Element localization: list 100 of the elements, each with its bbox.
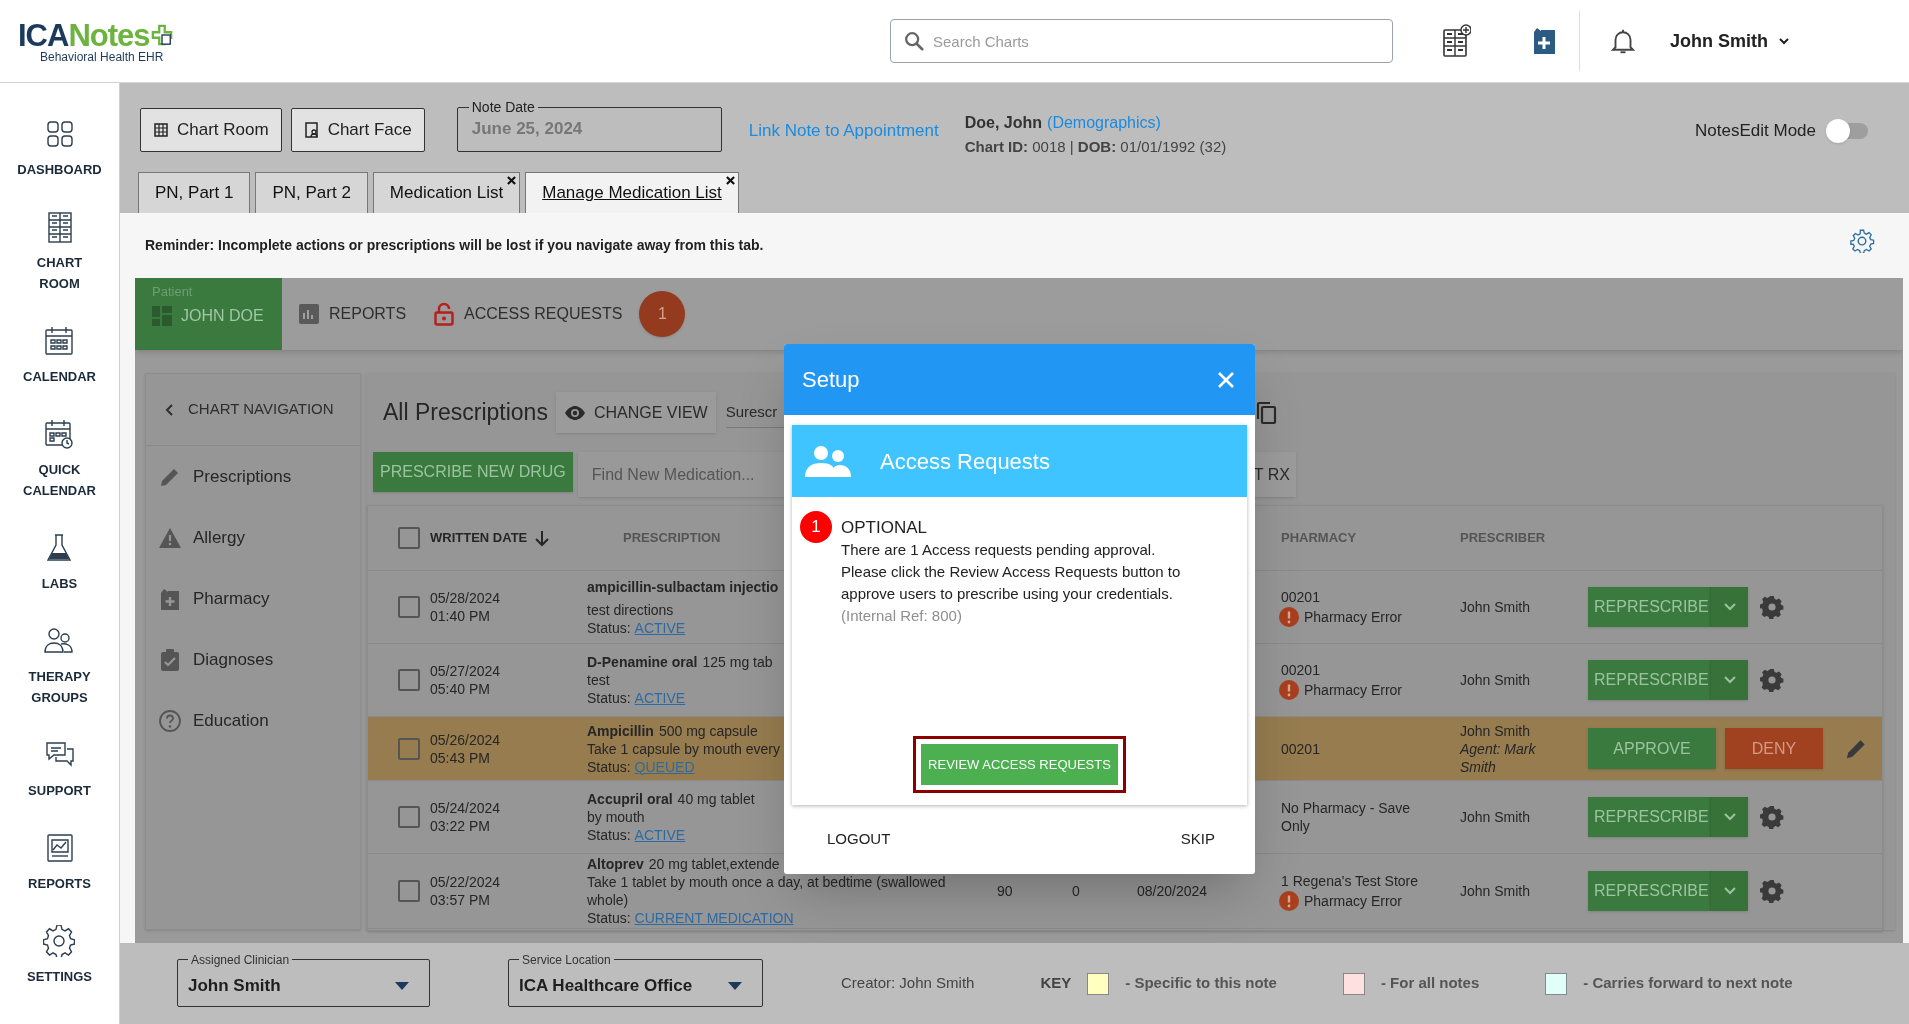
date-text: 05/26/2024 [430, 730, 502, 749]
clinician-select[interactable]: Assigned Clinician John Smith [177, 952, 430, 1007]
navigation-item[interactable]: Education [146, 690, 360, 751]
refills-text: 0 [1072, 883, 1080, 899]
directions-text: Take 1 capsule by mouth every [587, 739, 780, 758]
copy-icon[interactable] [1254, 400, 1277, 425]
dropdown-button[interactable] [1710, 660, 1748, 700]
bar-chart-icon [299, 304, 319, 324]
nav-tab[interactable]: ACCESS REQUESTS [434, 278, 623, 350]
tab[interactable]: Medication List [372, 172, 521, 213]
caret-icon [1778, 35, 1790, 47]
represcribe-button[interactable]: REPRESCRIBE [1588, 871, 1710, 911]
chevron-down-icon [1723, 603, 1736, 611]
navigation-item[interactable]: Allergy [146, 507, 360, 568]
review-button[interactable]: REVIEW ACCESS REQUESTS [921, 744, 1118, 785]
calendar-clock-icon [43, 418, 76, 450]
dropdown-arrow-icon [395, 982, 409, 990]
user-menu[interactable]: John Smith [1670, 27, 1790, 55]
dialog-message: There are 1 Access requests pending approval. Please click the Review Access Requests button to approve users to prescribe using your credentials. (Internal Ref: 800) [841, 540, 1182, 626]
drug-name: Ampicillin [587, 721, 654, 740]
sidebar-item[interactable]: THERAPY GROUPS [28, 625, 91, 708]
dropdown-button[interactable] [1710, 871, 1748, 911]
pencil-icon[interactable] [1845, 737, 1867, 760]
drug-name: Accupril oral [587, 790, 673, 808]
cabinet-plus-icon[interactable] [1441, 24, 1471, 58]
pharmacy-text: 00201 [1281, 739, 1321, 758]
pharmacy-text: 00201 [1281, 660, 1321, 679]
checkbox[interactable] [398, 596, 420, 618]
grid-icon [153, 122, 169, 138]
search-field[interactable]: Search Charts [933, 20, 1380, 62]
chart-navigation-button[interactable]: CHART NAVIGATION [146, 374, 360, 446]
sidebar-item[interactable]: LABS [41, 532, 78, 594]
time-text: 03:57 PM [430, 891, 491, 909]
represcribe-button[interactable]: REPRESCRIBE [1588, 797, 1710, 837]
toggle-label: NotesEdit Mode [1695, 120, 1816, 142]
represcribe-button[interactable]: REPRESCRIBE [1588, 660, 1710, 700]
dropdown-button[interactable] [1710, 587, 1748, 627]
sidebar-item[interactable]: CALENDAR [23, 325, 96, 387]
prescriber-name: John Smith [1460, 671, 1532, 689]
sort-down-arrow-icon[interactable] [535, 529, 550, 547]
directions-text: by mouth [587, 808, 645, 826]
navigation-item[interactable]: Pharmacy [146, 568, 360, 629]
checkbox[interactable] [398, 806, 420, 828]
time-text: 03:22 PM [430, 817, 491, 835]
sidebar-item[interactable]: SUPPORT [28, 739, 91, 801]
navigation-item[interactable]: Diagnoses [146, 629, 360, 690]
calendar-icon [43, 325, 76, 357]
sidebar-item[interactable]: DASHBOARD [17, 118, 102, 180]
dialog-button[interactable]: SKIP [1180, 828, 1215, 851]
toolbar-button[interactable]: Chart Face [290, 108, 425, 152]
pharmacy-text: 1 Regena's Test Store [1281, 871, 1420, 890]
search-icon [903, 30, 925, 52]
sidebar-item[interactable]: CHART ROOM [36, 211, 83, 294]
approve-button[interactable]: APPROVE [1588, 728, 1716, 769]
dialog-button[interactable]: LOGOUT [827, 828, 891, 851]
toolbar-button[interactable]: Chart Room [140, 108, 282, 152]
gear-icon[interactable] [1760, 805, 1784, 829]
location-select[interactable]: Service Location ICA Healthcare Office [508, 952, 763, 1007]
date-text: 05/22/2024 [430, 873, 502, 891]
navigation-item[interactable]: Prescriptions [146, 446, 360, 507]
checkbox[interactable] [398, 737, 420, 760]
drug-name: ampicillin-sulbactam injectio [587, 577, 779, 596]
panel-title: All Prescriptions [383, 398, 548, 428]
count-badge: 1 [800, 511, 832, 543]
tab[interactable]: PN, Part 1 [138, 172, 251, 213]
status-label: Status: [587, 826, 631, 844]
nav-tab[interactable]: REPORTS [299, 278, 407, 350]
error-icon [1279, 890, 1299, 911]
close-icon[interactable] [725, 176, 735, 185]
field-label: Assigned Clinician [190, 952, 291, 967]
prescribe-button[interactable]: PRESCRIBE NEW DRUG [373, 452, 573, 492]
tab[interactable]: Manage Medication List [525, 172, 739, 213]
pharmacy-error-text: Pharmacy Error [1304, 891, 1403, 910]
sidebar-item[interactable]: QUICK CALENDAR [23, 418, 96, 501]
time-text: 05:40 PM [430, 680, 491, 698]
drug-strength: 40 mg tablet [677, 790, 755, 808]
logo-text: ICANotes [18, 19, 150, 51]
gear-icon[interactable] [1760, 668, 1784, 692]
represcribe-button[interactable]: REPRESCRIBE [1588, 587, 1710, 627]
dashboard-grid-icon [152, 305, 172, 326]
gear-icon[interactable] [1760, 595, 1784, 619]
status-label: Status: [587, 757, 631, 776]
change-view-button[interactable]: CHANGE VIEW [555, 392, 716, 433]
column-header[interactable]: WRITTEN DATE [430, 528, 528, 548]
sidebar-item[interactable]: REPORTS [28, 832, 91, 894]
note-date-field[interactable]: Note Date June 25, 2024 [456, 99, 722, 152]
deny-button[interactable]: DENY [1725, 728, 1823, 769]
time-text: 05:43 PM [430, 748, 491, 767]
search-box[interactable]: Search Charts [890, 19, 1393, 63]
count-badge: 1 [639, 291, 686, 337]
status-label: Status: [587, 909, 631, 927]
checkbox[interactable] [398, 669, 420, 691]
checkbox[interactable] [398, 527, 420, 549]
patient-details: Chart ID: 0018 | DOB: 01/01/1992 (32) [964, 137, 1227, 157]
close-icon[interactable] [507, 176, 517, 185]
sidebar-item[interactable]: SETTINGS [27, 925, 92, 987]
checkbox[interactable] [398, 880, 420, 902]
tab[interactable]: PN, Part 2 [255, 172, 368, 213]
gear-icon[interactable] [1760, 879, 1784, 903]
dropdown-button[interactable] [1710, 797, 1748, 837]
